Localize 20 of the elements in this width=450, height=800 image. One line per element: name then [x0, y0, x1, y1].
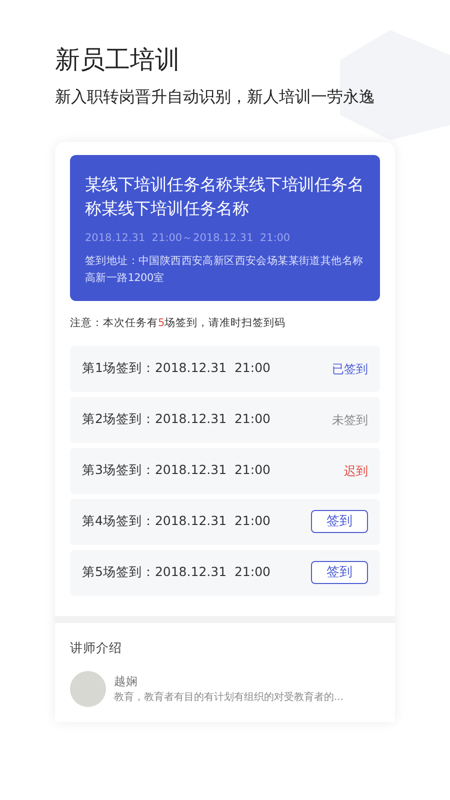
- page-subtitle: 新入职转岗晋升自动识别，新人培训一劳永逸: [55, 86, 376, 108]
- avatar-placeholder: [70, 671, 106, 708]
- task-time: 2018.12.31 21:00～2018.12.31 21:00: [85, 231, 292, 246]
- teacher-name: 越娴: [114, 673, 139, 690]
- session-label: 第4场签到：2018.12.31 21:00: [82, 512, 270, 530]
- session-label: 第2场签到：2018.12.31 21:00: [82, 410, 270, 428]
- unsigned-status: 未签到: [332, 412, 368, 428]
- check-in-button[interactable]: 签到: [311, 561, 368, 584]
- section-heading: 讲师介绍: [70, 638, 123, 656]
- session-label: 第1场签到：2018.12.31 21:00: [82, 359, 270, 378]
- task-title: 某线下培训任务名称某线下培训任务名称某线下培训任务名称: [85, 174, 365, 220]
- task-address: 签到地址：中国陕西西安高新区西安会场某某街道其他名称高新一路1200室: [85, 254, 364, 286]
- page-title: 新员工培训: [55, 44, 181, 76]
- teacher-bio: 教育，教育者有目的有计划有组织的对受教育者的...: [114, 690, 344, 706]
- late-status: 迟到: [344, 462, 368, 480]
- check-in-button[interactable]: 签到: [311, 510, 368, 533]
- signed-status: 已签到: [332, 360, 368, 378]
- notice-text: 注意：本次任务有5场签到，请准时扫签到码: [70, 316, 287, 331]
- session-label: 第3场签到：2018.12.31 21:00: [82, 461, 270, 480]
- session-label: 第5场签到：2018.12.31 21:00: [82, 563, 270, 582]
